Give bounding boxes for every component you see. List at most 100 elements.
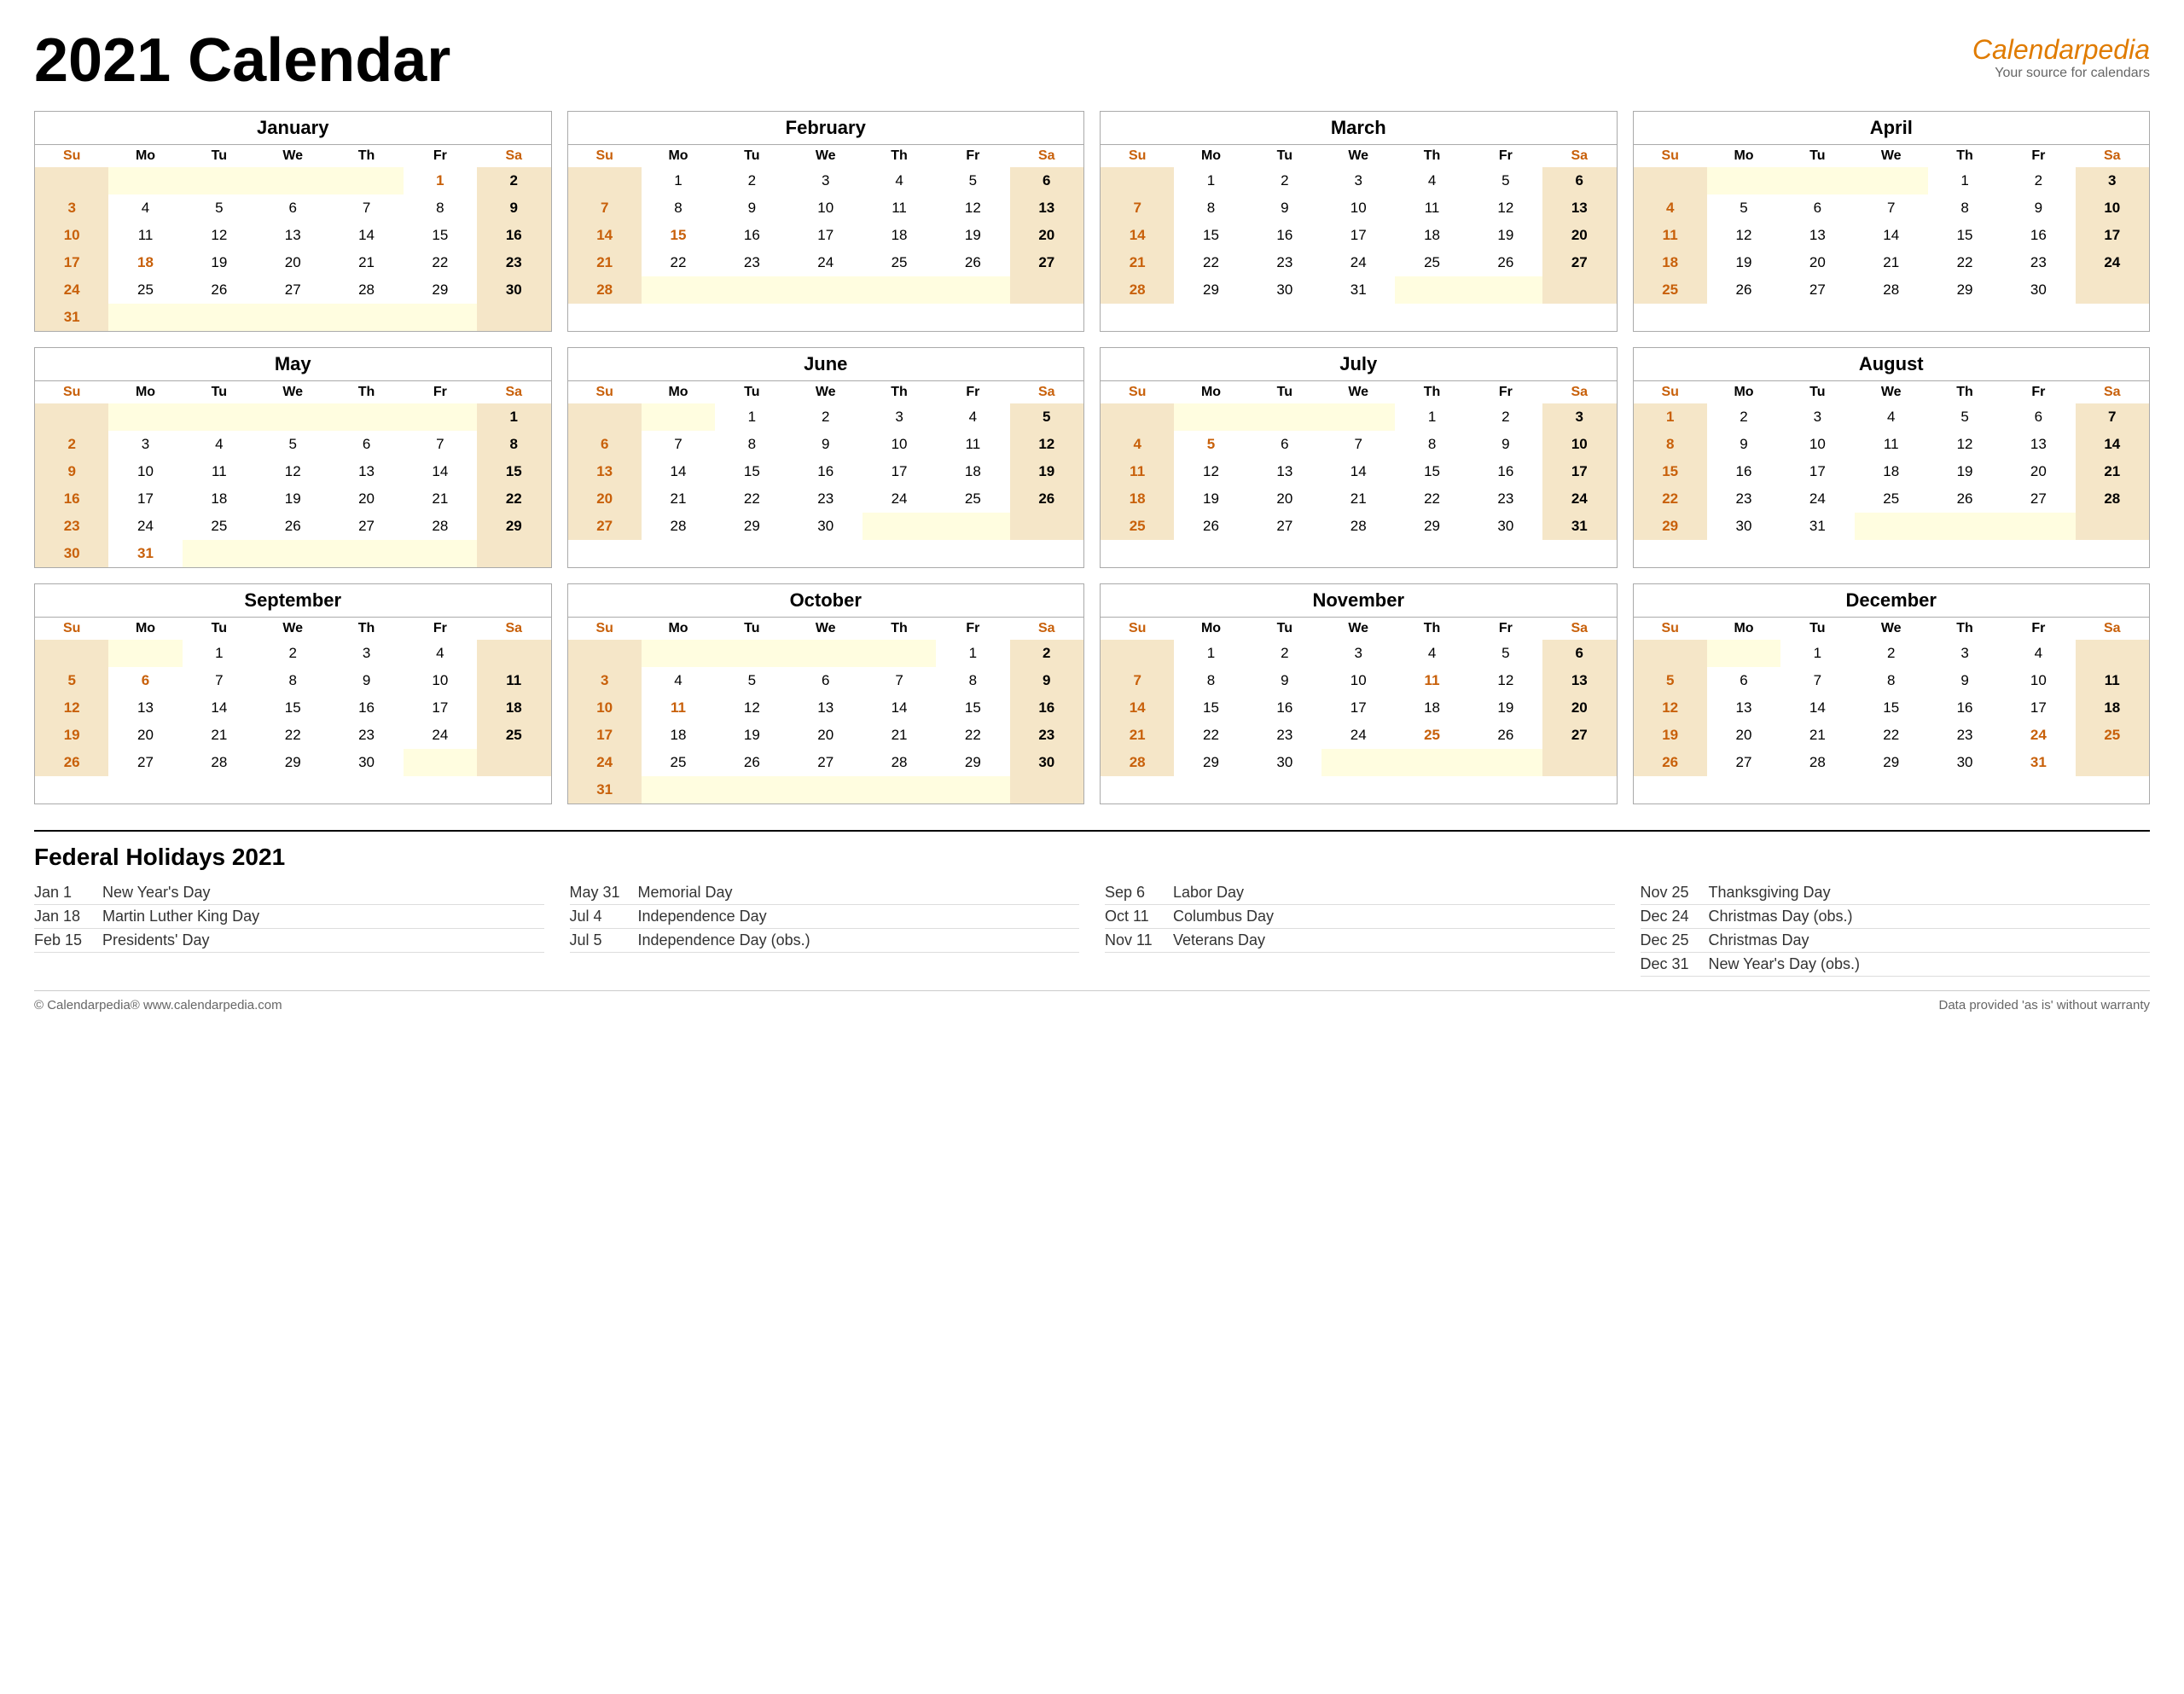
calendar-cell bbox=[108, 640, 182, 667]
calendar-cell: 21 bbox=[642, 485, 715, 513]
calendar-cell: 19 bbox=[936, 222, 1009, 249]
calendar-cell: 14 bbox=[863, 694, 936, 722]
calendar-cell: 30 bbox=[477, 276, 550, 304]
calendar-cell: 14 bbox=[568, 222, 642, 249]
day-header-sa: Sa bbox=[2076, 145, 2149, 167]
calendar-cell: 24 bbox=[404, 722, 477, 749]
month-september: SeptemberSuMoTuWeThFrSa12345678910111213… bbox=[34, 583, 552, 804]
calendar-cell: 12 bbox=[1010, 431, 1083, 458]
calendar-cell: 31 bbox=[2001, 749, 2075, 776]
calendar-cell: 18 bbox=[1395, 222, 1468, 249]
calendar-cell: 13 bbox=[1542, 667, 1616, 694]
calendar-cell: 12 bbox=[1469, 194, 1542, 222]
holiday-date: Dec 25 bbox=[1641, 931, 1700, 949]
calendar-cell: 28 bbox=[1855, 276, 1928, 304]
calendar-cell: 6 bbox=[789, 667, 863, 694]
calendar-cell: 31 bbox=[1780, 513, 1854, 540]
day-header-th: Th bbox=[863, 381, 936, 403]
calendar-cell: 20 bbox=[1248, 485, 1321, 513]
calendar-cell: 22 bbox=[1855, 722, 1928, 749]
holiday-date: Dec 31 bbox=[1641, 955, 1700, 973]
calendar-cell bbox=[863, 276, 936, 304]
holiday-row: Jan 1New Year's Day bbox=[34, 881, 544, 905]
calendar-cell: 8 bbox=[642, 194, 715, 222]
calendar-cell bbox=[1101, 167, 1174, 194]
calendar-cell: 1 bbox=[1174, 167, 1247, 194]
calendar-cell: 25 bbox=[1634, 276, 1707, 304]
calendar-cell: 9 bbox=[1928, 667, 2001, 694]
calendar-cell: 1 bbox=[404, 167, 477, 194]
table-row: 31 bbox=[35, 304, 551, 331]
calendar-cell: 31 bbox=[1542, 513, 1616, 540]
calendar-cell: 4 bbox=[642, 667, 715, 694]
calendar-cell: 24 bbox=[1780, 485, 1854, 513]
table-row: 19202122232425 bbox=[1634, 722, 2150, 749]
day-header-su: Su bbox=[1101, 381, 1174, 403]
calendar-cell: 2 bbox=[1248, 167, 1321, 194]
calendar-cell: 16 bbox=[789, 458, 863, 485]
holiday-date: Jul 4 bbox=[570, 908, 630, 925]
table-row: 1234 bbox=[1634, 640, 2150, 667]
calendar-cell: 23 bbox=[1469, 485, 1542, 513]
calendar-cell: 19 bbox=[1174, 485, 1247, 513]
calendar-cell: 25 bbox=[108, 276, 182, 304]
calendar-cell: 8 bbox=[1855, 667, 1928, 694]
calendar-cell: 22 bbox=[642, 249, 715, 276]
day-header-tu: Tu bbox=[1780, 145, 1854, 167]
day-header-fr: Fr bbox=[1469, 618, 1542, 640]
calendar-cell: 2 bbox=[477, 167, 550, 194]
calendar-cell bbox=[789, 640, 863, 667]
day-header-mo: Mo bbox=[642, 618, 715, 640]
calendar-cell: 20 bbox=[256, 249, 329, 276]
table-row: 17181920212223 bbox=[35, 249, 551, 276]
calendar-cell: 14 bbox=[329, 222, 403, 249]
table-row: 12345 bbox=[568, 403, 1084, 431]
day-header-fr: Fr bbox=[936, 618, 1009, 640]
calendar-cell: 11 bbox=[863, 194, 936, 222]
month-title: May bbox=[35, 348, 551, 381]
calendar-cell: 22 bbox=[1174, 722, 1247, 749]
day-header-th: Th bbox=[863, 618, 936, 640]
calendar-cell: 1 bbox=[183, 640, 256, 667]
calendar-cell bbox=[256, 403, 329, 431]
calendar-cell: 14 bbox=[1101, 694, 1174, 722]
calendar-cell: 2 bbox=[789, 403, 863, 431]
day-header-th: Th bbox=[1928, 618, 2001, 640]
table-row: 14151617181920 bbox=[1101, 694, 1617, 722]
holiday-name: Labor Day bbox=[1173, 884, 1244, 902]
day-header-sa: Sa bbox=[2076, 618, 2149, 640]
calendar-cell: 12 bbox=[1707, 222, 1780, 249]
calendar-cell: 15 bbox=[1174, 694, 1247, 722]
day-header-tu: Tu bbox=[715, 618, 788, 640]
calendar-cell: 23 bbox=[1248, 722, 1321, 749]
calendar-cell: 16 bbox=[2001, 222, 2075, 249]
calendar-cell: 2 bbox=[256, 640, 329, 667]
day-header-tu: Tu bbox=[715, 381, 788, 403]
calendar-cell: 16 bbox=[35, 485, 108, 513]
calendar-cell: 20 bbox=[1707, 722, 1780, 749]
calendar-cell: 25 bbox=[863, 249, 936, 276]
day-header-tu: Tu bbox=[183, 145, 256, 167]
day-header-su: Su bbox=[568, 618, 642, 640]
calendar-cell: 20 bbox=[789, 722, 863, 749]
holiday-date: Dec 24 bbox=[1641, 908, 1700, 925]
calendar-cell: 30 bbox=[1010, 749, 1083, 776]
table-row: 3456789 bbox=[568, 667, 1084, 694]
calendar-cell: 2 bbox=[1469, 403, 1542, 431]
calendar-cell: 18 bbox=[1855, 458, 1928, 485]
calendar-cell: 6 bbox=[2001, 403, 2075, 431]
calendar-cell: 11 bbox=[183, 458, 256, 485]
day-header-we: We bbox=[1855, 145, 1928, 167]
calendar-cell: 31 bbox=[108, 540, 182, 567]
calendar-cell: 15 bbox=[256, 694, 329, 722]
calendar-cell: 21 bbox=[1321, 485, 1395, 513]
calendar-cell: 11 bbox=[1395, 667, 1468, 694]
calendar-cell bbox=[1542, 749, 1616, 776]
calendar-cell: 1 bbox=[715, 403, 788, 431]
calendar-cell: 28 bbox=[642, 513, 715, 540]
calendar-cell: 31 bbox=[35, 304, 108, 331]
calendar-cell: 26 bbox=[183, 276, 256, 304]
month-title: February bbox=[568, 112, 1084, 145]
calendar-cell: 20 bbox=[1780, 249, 1854, 276]
holiday-name: Thanksgiving Day bbox=[1709, 884, 1831, 902]
